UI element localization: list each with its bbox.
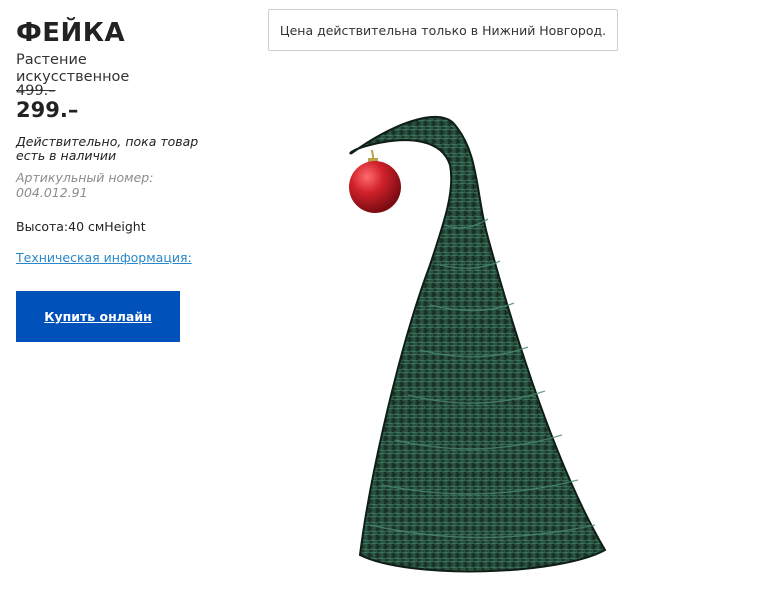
article-number: Артикульный номер: 004.012.91 xyxy=(16,170,154,200)
old-price: 499.– xyxy=(16,83,56,99)
height-spec: Высота:40 смHeight xyxy=(16,219,146,234)
product-image xyxy=(330,95,630,590)
price-notice: Цена действительна только в Нижний Новго… xyxy=(268,9,618,51)
price-notice-text: Цена действительна только в Нижний Новго… xyxy=(279,22,607,38)
buy-online-button[interactable]: Купить онлайн xyxy=(16,291,180,342)
christmas-tree-image xyxy=(349,116,607,573)
availability-text: Действительно, пока товар есть в наличии xyxy=(16,134,199,163)
red-bauble xyxy=(349,161,401,213)
product-name: ФЕЙКА xyxy=(16,18,126,48)
product-type: Растение искусственное xyxy=(16,52,130,85)
current-price: 299.– xyxy=(16,98,79,122)
technical-info-link[interactable]: Техническая информация: xyxy=(16,250,192,265)
